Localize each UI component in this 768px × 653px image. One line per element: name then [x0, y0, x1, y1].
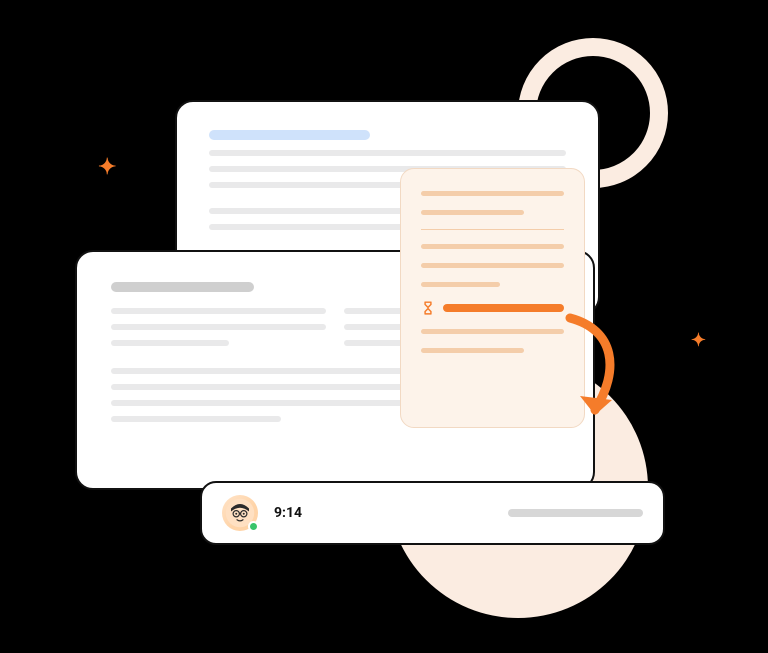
placeholder-line — [421, 210, 524, 215]
divider — [421, 229, 564, 230]
sparkle-icon: ✦ — [691, 330, 706, 351]
hourglass-icon — [421, 301, 435, 315]
placeholder-line — [111, 340, 229, 346]
placeholder-line — [421, 348, 524, 353]
summary-note-card — [400, 168, 585, 428]
placeholder-line — [111, 308, 326, 314]
presence-indicator — [248, 521, 259, 532]
placeholder-line — [421, 263, 564, 268]
message-placeholder — [508, 509, 643, 517]
message-timestamp: 9:14 — [274, 505, 302, 521]
placeholder-line — [421, 244, 564, 249]
placeholder-line — [421, 329, 564, 334]
placeholder-line — [209, 130, 370, 140]
placeholder-line — [421, 191, 564, 196]
arrow-icon — [560, 310, 630, 430]
highlighted-row — [421, 301, 564, 315]
placeholder-line — [421, 282, 500, 287]
placeholder-line — [111, 324, 326, 330]
avatar[interactable] — [222, 495, 258, 531]
illustration-stage: ✦ ✦ — [0, 0, 768, 653]
placeholder-line — [111, 282, 254, 292]
chat-message-bar[interactable]: 9:14 — [200, 481, 665, 545]
placeholder-line — [111, 416, 281, 422]
placeholder-line — [209, 150, 566, 156]
highlight-bar — [443, 304, 564, 312]
sparkle-icon: ✦ — [98, 155, 116, 180]
